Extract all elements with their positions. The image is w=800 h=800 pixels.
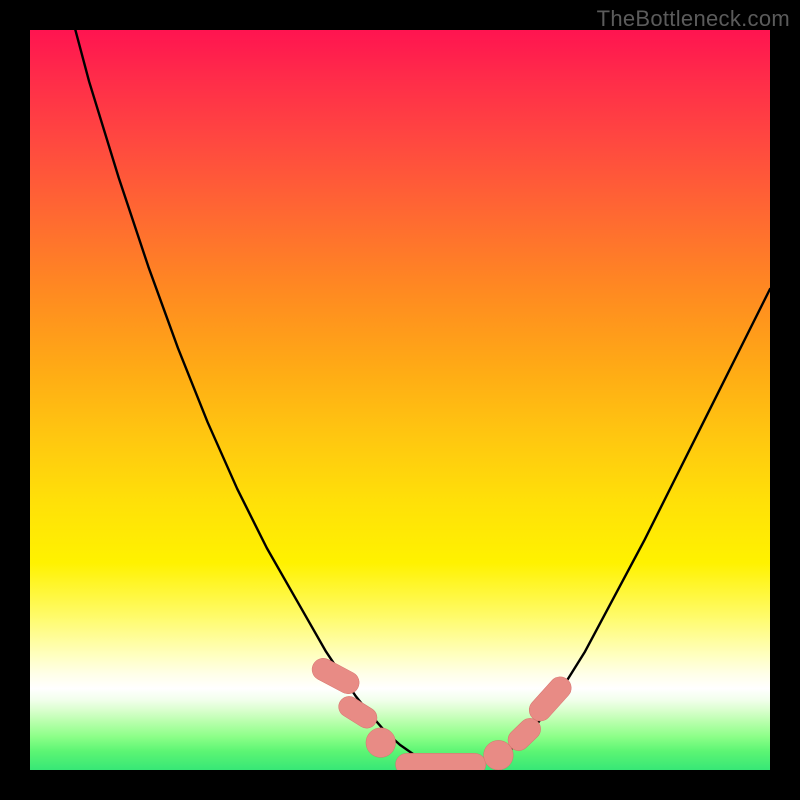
- chart-plot-area: [30, 30, 770, 770]
- marker-bottom-bar: [396, 753, 486, 770]
- chart-svg: [30, 30, 770, 770]
- marker-right-upper: [525, 672, 576, 725]
- marker-left-upper: [308, 654, 363, 697]
- chart-frame: TheBottleneck.com: [0, 0, 800, 800]
- watermark-text: TheBottleneck.com: [597, 6, 790, 32]
- bottleneck-curve: [30, 30, 770, 766]
- marker-right-low: [484, 740, 514, 770]
- marker-left-low: [366, 728, 396, 758]
- chart-markers: [308, 654, 576, 770]
